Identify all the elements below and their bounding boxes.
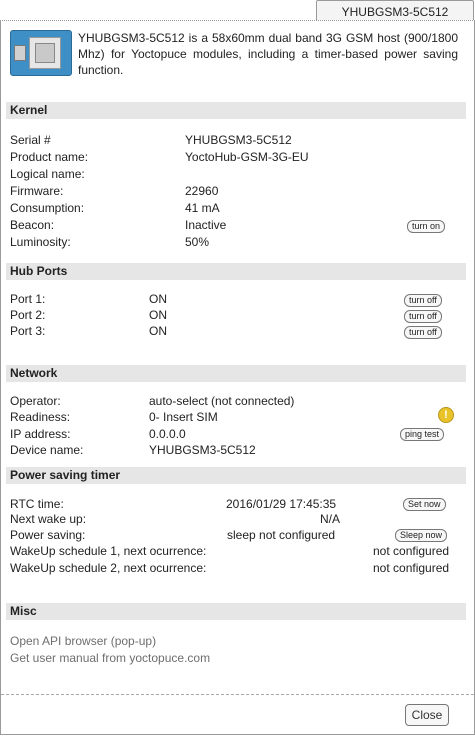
section-power-saving: Power saving timer [6,467,466,484]
device-name-label: Device name: [10,443,84,457]
section-misc: Misc [6,603,466,620]
port-1-turn-off-button[interactable]: turn off [404,294,442,307]
firmware-value: 22960 [185,184,219,198]
section-kernel: Kernel [6,102,466,119]
wakeup-schedule-2-value: not configured [373,561,450,575]
consumption-value: 41 mA [185,201,220,215]
rtc-time-label: RTC time: [10,497,64,511]
port-1-value: ON [149,292,167,306]
serial-label: Serial # [10,133,51,147]
wakeup-schedule-2-label: WakeUp schedule 2, next ocurrence: [10,561,207,575]
user-manual-link[interactable]: Get user manual from yoctopuce.com [10,651,210,665]
luminosity-label: Luminosity: [10,235,71,249]
logical-name-label: Logical name: [10,167,85,181]
close-button[interactable]: Close [405,704,449,726]
module-chip [29,37,61,69]
serial-value: YHUBGSM3-5C512 [185,133,292,147]
section-network: Network [6,365,466,382]
beacon-value: Inactive [185,218,227,232]
power-saving-label: Power saving: [10,528,86,542]
beacon-turn-on-button[interactable]: turn on [407,220,446,233]
power-saving-value: sleep not configured [227,528,336,542]
luminosity-value[interactable]: 50% [185,235,209,249]
readiness-label: Readiness: [10,410,71,424]
device-board-icon [10,30,72,76]
port-2-value: ON [149,308,167,322]
wakeup-schedule-1-value: not configured [373,544,450,558]
device-name-value: YHUBGSM3-5C512 [149,443,256,457]
port-3-label: Port 3: [10,324,46,338]
port-2-turn-off-button[interactable]: turn off [404,310,442,323]
operator-value: auto-select (not connected) [149,394,295,408]
set-now-button[interactable]: Set now [403,498,446,511]
operator-label: Operator: [10,394,61,408]
ping-test-button[interactable]: ping test [400,428,445,441]
sleep-now-button[interactable]: Sleep now [395,529,448,542]
next-wake-up-label: Next wake up: [10,512,87,526]
usb-connector [14,45,26,61]
warning-icon[interactable]: ! [438,407,454,423]
product-name-label: Product name: [10,150,89,164]
firmware-label: Firmware: [10,184,64,198]
port-2-label: Port 2: [10,308,46,322]
api-browser-link[interactable]: Open API browser (pop-up) [10,634,156,648]
port-1-label: Port 1: [10,292,46,306]
beacon-label: Beacon: [10,218,55,232]
port-3-turn-off-button[interactable]: turn off [404,326,442,339]
device-intro: YHUBGSM3-5C512 is a 58x60mm dual band 3G… [10,30,470,85]
port-3-value: ON [149,324,167,338]
rtc-time-value: 2016/01/29 17:45:35 [226,497,337,511]
device-tab[interactable]: YHUBGSM3-5C512 [316,0,474,21]
ip-address-label: IP address: [10,427,71,441]
consumption-label: Consumption: [10,201,85,215]
product-name-value: YoctoHub-GSM-3G-EU [185,150,309,164]
device-description: YHUBGSM3-5C512 is a 58x60mm dual band 3G… [78,31,458,77]
wakeup-schedule-1-label: WakeUp schedule 1, next ocurrence: [10,544,207,558]
next-wake-up-value: N/A [320,512,341,526]
ip-address-value: 0.0.0.0 [149,427,186,441]
footer-divider [1,694,474,695]
readiness-value: 0- Insert SIM [149,410,218,424]
section-hub-ports: Hub Ports [6,263,466,280]
